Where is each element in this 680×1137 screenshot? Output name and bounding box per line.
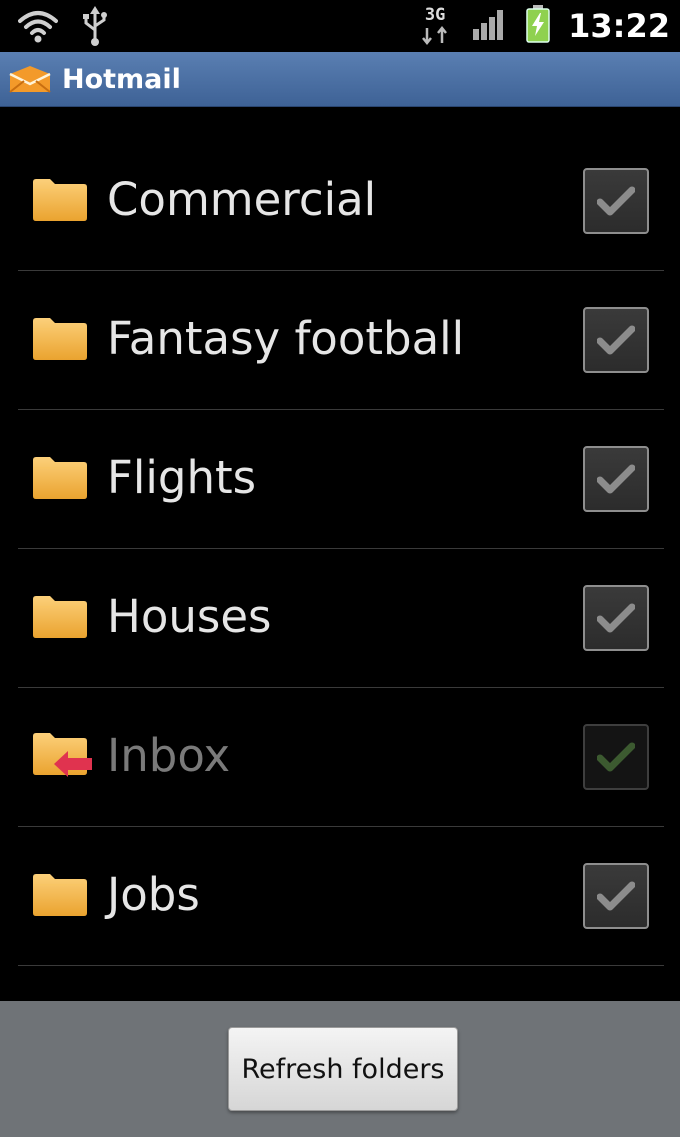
sync-checkbox[interactable] bbox=[583, 585, 649, 651]
folder-row-flights[interactable]: Flights bbox=[0, 410, 680, 549]
sync-checkbox bbox=[583, 724, 649, 790]
folder-row-inbox: Inbox bbox=[0, 688, 680, 827]
sync-checkbox[interactable] bbox=[583, 446, 649, 512]
folder-name: Houses bbox=[107, 590, 272, 643]
folder-name: Inbox bbox=[107, 729, 231, 782]
folder-row-fantasy-football[interactable]: Fantasy football bbox=[0, 271, 680, 410]
folder-name: Fantasy football bbox=[107, 312, 465, 365]
row-divider bbox=[18, 965, 664, 966]
folder-row-commercial[interactable]: Commercial bbox=[0, 132, 680, 271]
folder-row-jobs[interactable]: Jobs bbox=[0, 827, 680, 966]
inbox-folder-icon bbox=[32, 732, 94, 786]
status-bar: 3G 13:22 bbox=[0, 0, 680, 52]
clock: 13:22 bbox=[568, 7, 670, 45]
folder-icon bbox=[32, 454, 88, 504]
folder-name: Commercial bbox=[107, 173, 377, 226]
sync-checkbox[interactable] bbox=[583, 863, 649, 929]
status-right-icons: 3G 13:22 bbox=[416, 0, 670, 52]
bottom-action-bar: Refresh folders bbox=[0, 1001, 680, 1137]
refresh-folders-button[interactable]: Refresh folders bbox=[228, 1027, 458, 1111]
folder-icon bbox=[32, 315, 88, 365]
checkmark-icon bbox=[597, 464, 635, 494]
folder-list: Commercial Fantasy football Flights Hous… bbox=[0, 132, 680, 966]
data-transfer-icon: 3G bbox=[416, 6, 454, 46]
status-left-icons bbox=[18, 6, 108, 50]
checkmark-icon bbox=[597, 881, 635, 911]
folder-icon bbox=[32, 871, 88, 921]
sync-checkbox[interactable] bbox=[583, 307, 649, 373]
hotmail-envelope-icon bbox=[8, 64, 52, 98]
folder-icon bbox=[32, 176, 88, 226]
sync-checkbox[interactable] bbox=[583, 168, 649, 234]
checkmark-icon bbox=[597, 186, 635, 216]
signal-icon bbox=[472, 7, 508, 45]
app-title-bar: Hotmail bbox=[0, 52, 680, 107]
checkmark-icon bbox=[597, 603, 635, 633]
wifi-icon bbox=[18, 8, 58, 48]
folder-name: Flights bbox=[107, 451, 257, 504]
page-title: Hotmail bbox=[62, 64, 181, 95]
folder-row-houses[interactable]: Houses bbox=[0, 549, 680, 688]
folder-name: Jobs bbox=[107, 868, 200, 921]
folder-icon bbox=[32, 593, 88, 643]
battery-charging-icon bbox=[526, 5, 550, 47]
usb-icon bbox=[82, 6, 108, 50]
checkmark-icon bbox=[597, 325, 635, 355]
checkmark-icon bbox=[597, 742, 635, 772]
